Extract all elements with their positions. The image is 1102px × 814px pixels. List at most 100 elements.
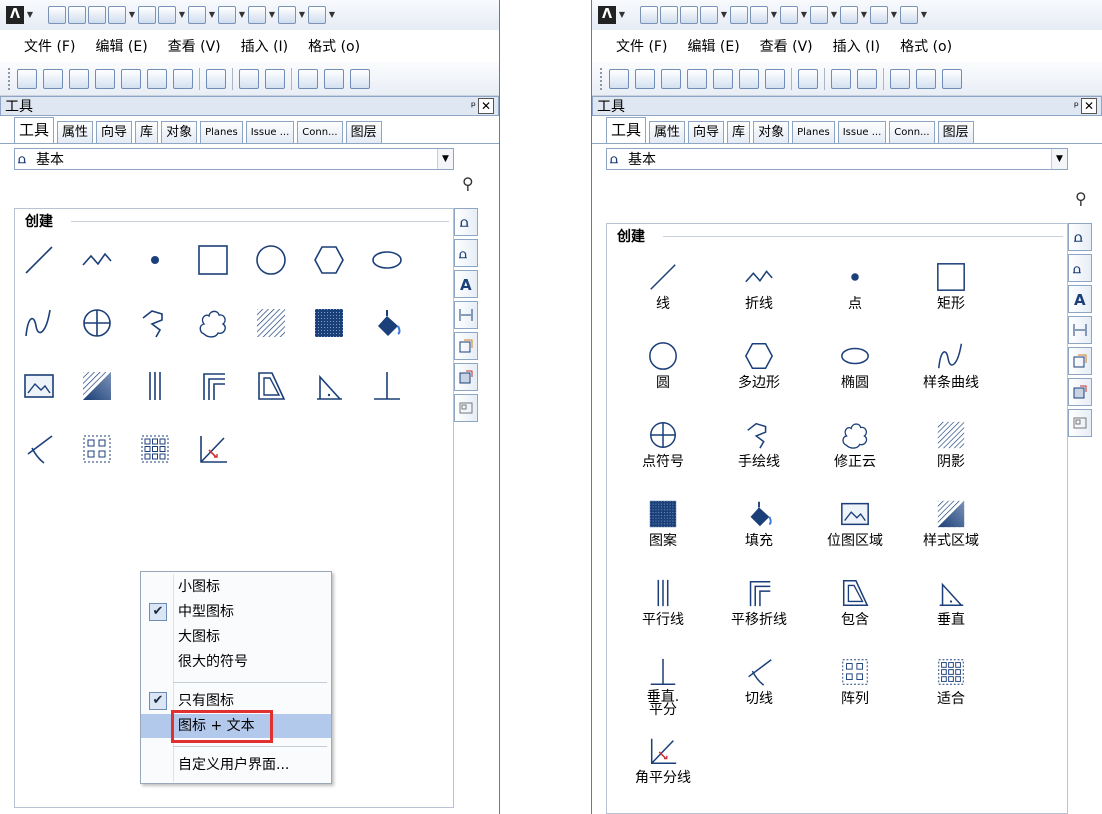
array-tool-button[interactable] bbox=[77, 429, 117, 469]
menu-edit[interactable]: 编辑 (E) bbox=[85, 36, 157, 56]
undo-icon[interactable] bbox=[239, 68, 259, 89]
layout-icon[interactable] bbox=[454, 394, 478, 422]
tab-conn[interactable]: Conn... bbox=[297, 121, 343, 143]
project-icon[interactable] bbox=[48, 6, 66, 24]
pin-icon[interactable]: ᵖ bbox=[471, 99, 476, 113]
ellipse-tool-button[interactable]: 椭圆 bbox=[809, 337, 901, 411]
polyline-tool-button[interactable] bbox=[77, 240, 117, 280]
dropdown-icon[interactable]: ▼ bbox=[26, 6, 34, 24]
dropdown-icon[interactable]: ▼ bbox=[830, 6, 838, 24]
menu-file[interactable]: 文件 (F) bbox=[14, 36, 85, 56]
redo-icon[interactable] bbox=[857, 68, 877, 89]
edit-objects-icon[interactable] bbox=[1068, 347, 1092, 375]
layout-icon[interactable] bbox=[1068, 409, 1092, 437]
eye-icon[interactable] bbox=[840, 6, 858, 24]
perpendicular-tool-button[interactable]: 垂直 bbox=[905, 574, 997, 648]
menu-edit[interactable]: 编辑 (E) bbox=[677, 36, 749, 56]
menu-insert[interactable]: 插入 (I) bbox=[231, 36, 299, 56]
tools-icon[interactable] bbox=[900, 6, 918, 24]
menu-view[interactable]: 查看 (V) bbox=[158, 36, 231, 56]
rectangle-tool-button[interactable] bbox=[193, 240, 233, 280]
edit-icon[interactable] bbox=[700, 6, 718, 24]
export-icon[interactable] bbox=[739, 68, 759, 89]
point-tool-button[interactable] bbox=[135, 240, 175, 280]
fill-tool-button[interactable] bbox=[367, 303, 407, 343]
open-doc-icon[interactable] bbox=[687, 68, 707, 89]
view-icon[interactable] bbox=[765, 68, 785, 89]
tab-objects[interactable]: 对象 bbox=[161, 121, 198, 143]
fill-tool-button[interactable]: 填充 bbox=[713, 495, 805, 569]
tab-layers[interactable]: 图层 bbox=[937, 121, 974, 143]
undo-icon[interactable] bbox=[750, 6, 768, 24]
polyline-tool-button[interactable]: 折线 bbox=[713, 258, 805, 332]
measure-icon[interactable] bbox=[890, 68, 910, 89]
undo-icon[interactable] bbox=[158, 6, 176, 24]
menu-item-small-icons[interactable]: 小图标 bbox=[141, 575, 331, 599]
refresh-icon[interactable] bbox=[810, 6, 828, 24]
copy-icon[interactable] bbox=[798, 68, 818, 89]
pattern-tool-button[interactable] bbox=[309, 303, 349, 343]
point-symbol-tool-button[interactable]: 点符号 bbox=[617, 416, 709, 490]
dropdown-icon[interactable]: ▼ bbox=[890, 6, 898, 24]
view-icon[interactable] bbox=[138, 6, 156, 24]
save-icon[interactable] bbox=[680, 6, 698, 24]
refresh-icon[interactable] bbox=[218, 6, 236, 24]
dropdown-icon[interactable]: ▼ bbox=[328, 6, 336, 24]
close-icon[interactable]: ✕ bbox=[478, 98, 494, 114]
spline-tool-button[interactable]: 样条曲线 bbox=[905, 337, 997, 411]
menu-insert[interactable]: 插入 (I) bbox=[823, 36, 891, 56]
dropdown-icon[interactable]: ▼ bbox=[800, 6, 808, 24]
save-icon[interactable] bbox=[88, 6, 106, 24]
dropdown-icon[interactable]: ▼ bbox=[268, 6, 276, 24]
perp-bisector-tool-button[interactable]: 垂直. 平分 bbox=[617, 653, 709, 727]
tab-planes[interactable]: Planes bbox=[200, 121, 243, 143]
layout-icon[interactable] bbox=[68, 6, 86, 24]
envelope-tool-button[interactable] bbox=[251, 366, 291, 406]
dimension-icon[interactable] bbox=[324, 68, 344, 89]
dimension-icon[interactable] bbox=[916, 68, 936, 89]
tab-properties[interactable]: 属性 bbox=[649, 121, 686, 143]
ellipse-tool-button[interactable] bbox=[367, 240, 407, 280]
project-open-icon[interactable] bbox=[17, 68, 37, 89]
app-logo-icon[interactable]: Λ bbox=[598, 6, 616, 24]
menu-file[interactable]: 文件 (F) bbox=[606, 36, 677, 56]
dimension-icon[interactable] bbox=[454, 301, 478, 329]
polygon-tool-button[interactable] bbox=[309, 240, 349, 280]
dropdown-icon[interactable]: ▼ bbox=[860, 6, 868, 24]
architecture-module-icon[interactable]: ⩍ bbox=[454, 239, 478, 267]
text-icon[interactable]: A bbox=[1068, 285, 1092, 313]
tab-layers[interactable]: 图层 bbox=[345, 121, 382, 143]
parallel-line-tool-button[interactable] bbox=[135, 366, 175, 406]
close-icon[interactable]: ✕ bbox=[1081, 98, 1097, 114]
tab-issue[interactable]: Issue ... bbox=[837, 121, 887, 143]
chevron-down-icon[interactable]: ▼ bbox=[1051, 149, 1067, 169]
dropdown-icon[interactable]: ▼ bbox=[298, 6, 306, 24]
view-icon[interactable] bbox=[730, 6, 748, 24]
basic-module-icon[interactable]: ⩍ bbox=[454, 208, 478, 236]
fit-tool-button[interactable] bbox=[135, 429, 175, 469]
dropdown-icon[interactable]: ▼ bbox=[920, 6, 928, 24]
tab-library[interactable]: 库 bbox=[727, 121, 751, 143]
style-area-tool-button[interactable] bbox=[77, 366, 117, 406]
tangent-tool-button[interactable] bbox=[19, 429, 59, 469]
angle-bisector-tool-button[interactable]: 角平分线 bbox=[617, 732, 709, 806]
freehand-tool-button[interactable] bbox=[135, 303, 175, 343]
menu-view[interactable]: 查看 (V) bbox=[750, 36, 823, 56]
toolbar-grip[interactable] bbox=[600, 67, 603, 90]
modify-icon[interactable] bbox=[1068, 378, 1092, 406]
line-tool-button[interactable]: 线 bbox=[617, 258, 709, 332]
redo-icon[interactable] bbox=[188, 6, 206, 24]
polygon-tool-button[interactable]: 多边形 bbox=[713, 337, 805, 411]
layout-icon[interactable] bbox=[43, 68, 63, 89]
freehand-tool-button[interactable]: 手绘线 bbox=[713, 416, 805, 490]
project-open-icon[interactable] bbox=[609, 68, 629, 89]
pattern-tool-button[interactable]: 图案 bbox=[617, 495, 709, 569]
array-tool-button[interactable]: 阵列 bbox=[809, 653, 901, 727]
line-tool-button[interactable] bbox=[19, 240, 59, 280]
redo-icon[interactable] bbox=[780, 6, 798, 24]
save-icon[interactable] bbox=[121, 68, 141, 89]
module-select[interactable]: ⩍ 基本 ▼ bbox=[606, 148, 1068, 170]
tab-conn[interactable]: Conn... bbox=[889, 121, 935, 143]
search-icon[interactable]: ⚲ bbox=[462, 174, 474, 193]
project-icon[interactable] bbox=[640, 6, 658, 24]
